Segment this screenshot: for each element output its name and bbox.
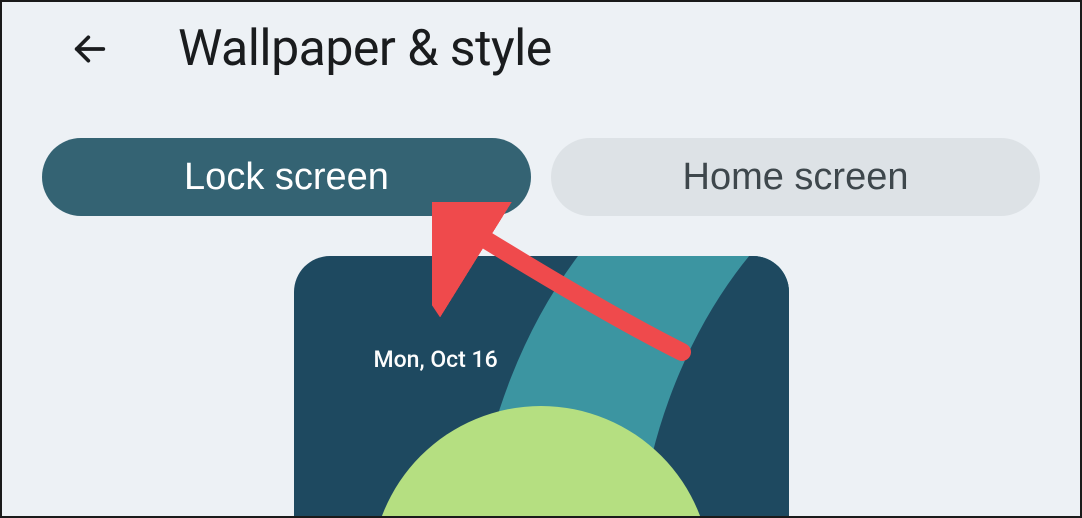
page-title: Wallpaper & style	[178, 20, 552, 78]
tabs-container: Lock screen Home screen	[2, 88, 1080, 246]
tab-lock-screen[interactable]: Lock screen	[42, 138, 531, 216]
tab-home-screen[interactable]: Home screen	[551, 138, 1040, 216]
back-button[interactable]	[62, 21, 118, 77]
header: Wallpaper & style	[2, 2, 1080, 88]
preview-container: Mon, Oct 16	[2, 256, 1080, 516]
lock-screen-preview[interactable]: Mon, Oct 16	[294, 256, 789, 516]
arrow-back-icon	[70, 29, 110, 69]
lock-screen-date: Mon, Oct 16	[374, 346, 498, 373]
tab-lock-screen-label: Lock screen	[184, 156, 389, 199]
tab-home-screen-label: Home screen	[683, 156, 909, 199]
